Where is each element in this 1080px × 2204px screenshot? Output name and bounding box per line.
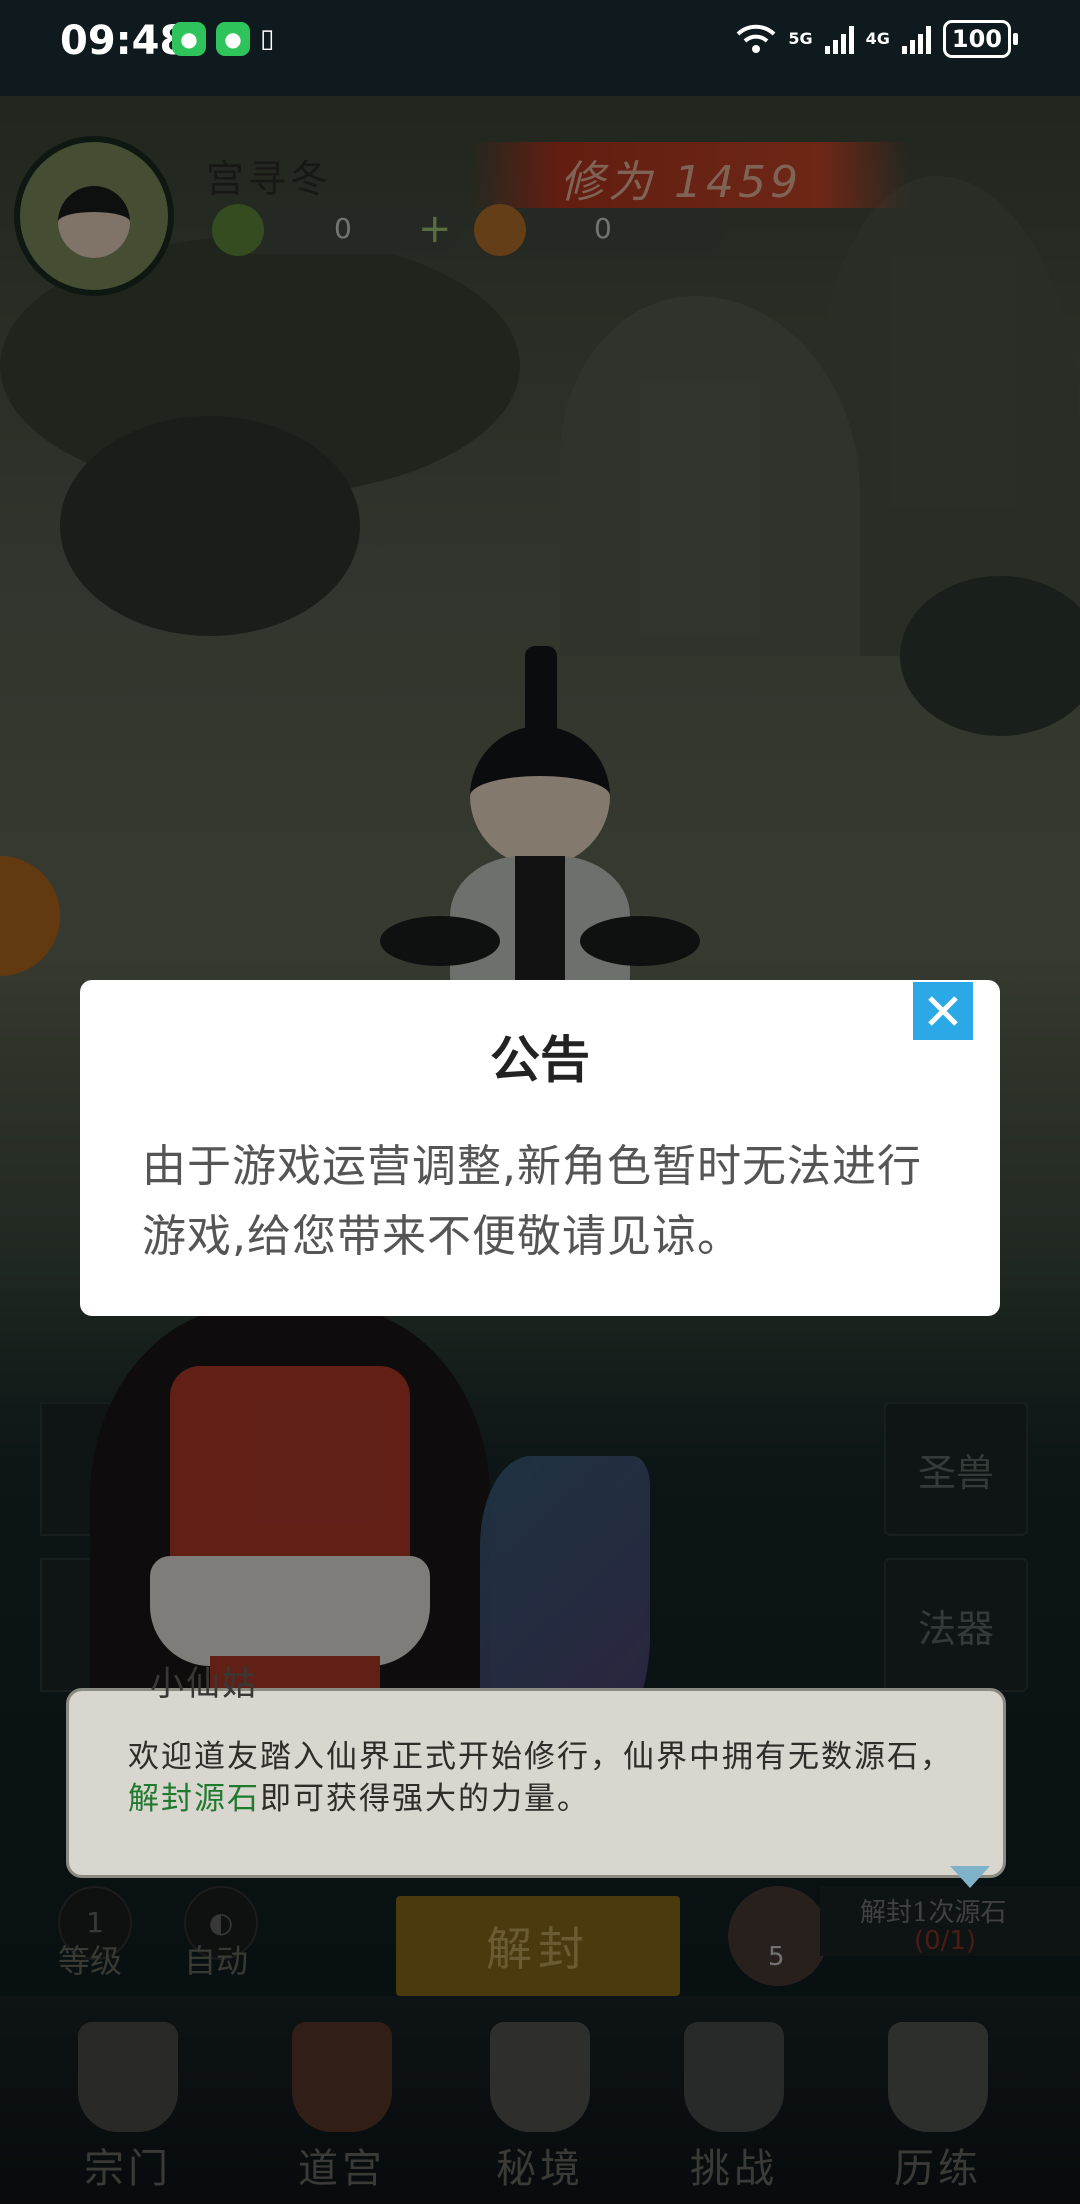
modal-body: 由于游戏运营调整,新角色暂时无法进行游戏,给您带来不便敬请见谅。 [142, 1141, 922, 1262]
dialogue-next-icon[interactable] [950, 1866, 990, 1888]
notification-icons: ● ● ▯ [172, 22, 300, 56]
signal-5g-icon [824, 24, 854, 54]
modal-title: 公告 [490, 1031, 590, 1089]
network-5g-label: 5G [788, 29, 813, 48]
dialogue-highlight: 解封源石 [128, 1781, 260, 1817]
modal-close-button[interactable] [913, 982, 973, 1040]
network-4g-label: 4G [865, 29, 890, 48]
status-bar: 09:48 ● ● ▯ 5G 4G 100 [0, 0, 1080, 96]
battery-level: 100 [942, 20, 1011, 58]
wechat-icon: ● [172, 22, 206, 56]
battery-icon [1013, 33, 1018, 45]
announcement-modal: 公告 由于游戏运营调整,新角色暂时无法进行游戏,给您带来不便敬请见谅。 [80, 980, 1000, 1316]
dialogue-text-start: 欢迎道友踏入仙界正式开始修行，仙界中拥有无数源石， [128, 1739, 953, 1775]
dialogue-text: 欢迎道友踏入仙界正式开始修行，仙界中拥有无数源石， 解封源石即可获得强大的力量。 [128, 1736, 968, 1820]
dialogue-text-end: 即可获得强大的力量。 [260, 1781, 590, 1817]
wifi-icon [736, 24, 776, 53]
status-right: 5G 4G 100 [736, 20, 1018, 58]
vibrate-icon: ▯ [260, 24, 275, 54]
wechat-icon: ● [216, 22, 250, 56]
signal-4g-icon [901, 24, 931, 54]
status-time: 09:48 [60, 18, 188, 64]
npc-name: 小仙姑 [150, 1664, 258, 1704]
close-icon [928, 996, 958, 1026]
